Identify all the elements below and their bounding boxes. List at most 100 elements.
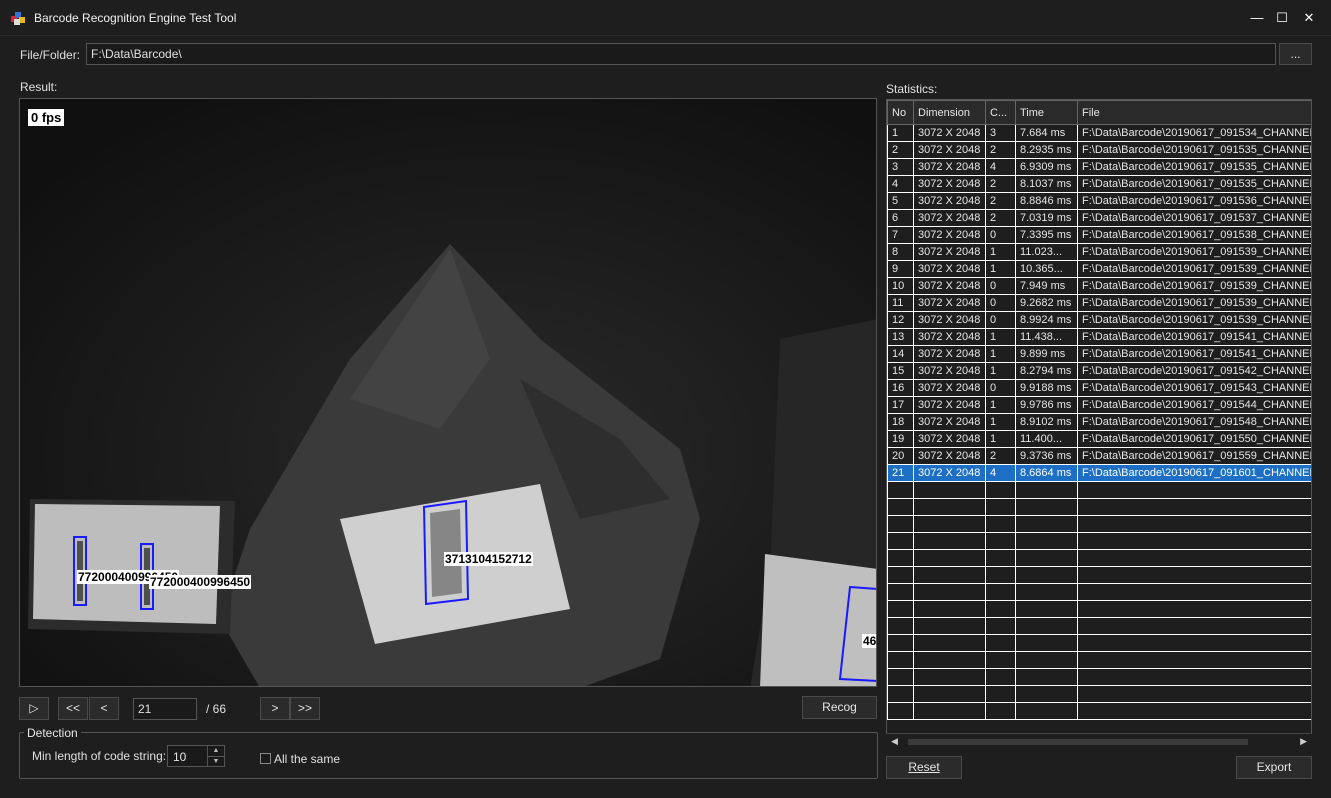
table-row[interactable]: 15 3072 X 2048 1 8.2794 ms F:\Data\Barcode\2… [887,362,1311,380]
empty-cell [887,651,914,669]
table-row[interactable]: 10 3072 X 2048 0 7.949 ms F:\Data\Barcode\20… [887,277,1311,295]
table-cell: 1 [985,362,1016,380]
table-cell: 1 [985,413,1016,431]
first-button[interactable]: << [58,697,88,720]
empty-row [887,498,1311,516]
table-row[interactable]: 5 3072 X 2048 2 8.8846 ms F:\Data\Barcode\20… [887,192,1311,210]
empty-row [887,481,1311,499]
column-header[interactable]: C... [985,100,1016,125]
reset-button[interactable]: Reset [886,756,962,779]
minimize-button[interactable]: — [1246,8,1268,28]
export-button[interactable]: Export [1236,756,1312,779]
maximize-button[interactable]: ☐ [1271,8,1293,28]
all-same-checkbox[interactable] [260,753,271,764]
table-cell: 3072 X 2048 [913,260,986,278]
table-cell: 3072 X 2048 [913,447,986,465]
table-cell: 3072 X 2048 [913,277,986,295]
table-cell: F:\Data\Barcode\20190617_091548_CHANNEL_ [1077,413,1311,431]
table-cell: 8.1037 ms [1015,175,1078,193]
scroll-right-icon[interactable]: ▶ [1300,736,1307,747]
statistics-grid[interactable]: No Dimension C... Time File 1 3072 X 2048 3 7.6… [886,99,1312,749]
min-length-value: 10 [173,750,187,764]
table-row[interactable]: 3 3072 X 2048 4 6.9309 ms F:\Data\Barcode\20… [887,158,1311,176]
table-cell: 7.684 ms [1015,124,1078,142]
table-cell: 8.2794 ms [1015,362,1078,380]
column-header[interactable]: Time [1015,100,1078,125]
prev-button[interactable]: < [89,697,119,720]
next-button[interactable]: > [260,697,290,720]
table-row[interactable]: 11 3072 X 2048 0 9.2682 ms F:\Data\Barcode\2… [887,294,1311,312]
table-cell: 3072 X 2048 [913,311,986,329]
table-cell: 2 [985,175,1016,193]
table-cell: 10 [887,277,914,295]
scroll-left-icon[interactable]: ◀ [891,736,898,747]
table-cell: 18 [887,413,914,431]
table-cell: 3072 X 2048 [913,124,986,142]
empty-cell [1015,532,1078,550]
empty-cell [887,515,914,533]
table-cell: 1 [985,396,1016,414]
table-cell: 1 [985,243,1016,261]
table-row[interactable]: 2 3072 X 2048 2 8.2935 ms F:\Data\Barcode\20… [887,141,1311,159]
table-row[interactable]: 17 3072 X 2048 1 9.9786 ms F:\Data\Barcode\2… [887,396,1311,414]
file-folder-input[interactable]: F:\Data\Barcode\ [86,43,1276,65]
column-header[interactable]: Dimension [913,100,986,125]
play-button[interactable]: ▷ [19,697,49,720]
empty-cell [913,651,986,669]
page-input[interactable]: 21 [133,698,197,720]
empty-row [887,685,1311,703]
last-button[interactable]: >> [290,697,320,720]
table-cell: 17 [887,396,914,414]
table-cell: F:\Data\Barcode\20190617_091535_CHANNEL_ [1077,141,1311,159]
table-row[interactable]: 8 3072 X 2048 1 11.023... F:\Data\Barcode\20… [887,243,1311,261]
browse-button[interactable]: ... [1279,43,1312,65]
table-cell: 3072 X 2048 [913,294,986,312]
table-row[interactable]: 21 3072 X 2048 4 8.6864 ms F:\Data\Barcode\2… [887,464,1311,482]
table-cell: 1 [985,260,1016,278]
empty-row [887,583,1311,601]
table-cell: F:\Data\Barcode\20190617_091538_CHANNEL_ [1077,226,1311,244]
table-row[interactable]: 20 3072 X 2048 2 9.3736 ms F:\Data\Barcode\2… [887,447,1311,465]
spin-up-icon[interactable]: ▲ [207,746,224,756]
empty-row [887,702,1311,720]
empty-row [887,668,1311,686]
column-header[interactable]: No [887,100,914,125]
scroll-thumb[interactable] [908,739,1248,745]
table-row[interactable]: 6 3072 X 2048 2 7.0319 ms F:\Data\Barcode\20… [887,209,1311,227]
empty-cell [887,549,914,567]
table-cell: 0 [985,294,1016,312]
empty-cell [887,600,914,618]
table-row[interactable]: 12 3072 X 2048 0 8.9924 ms F:\Data\Barcode\2… [887,311,1311,329]
table-cell: 9.9188 ms [1015,379,1078,397]
empty-cell [1077,668,1311,686]
table-cell: 9.2682 ms [1015,294,1078,312]
empty-cell [913,583,986,601]
column-header[interactable]: File [1077,100,1311,125]
table-row[interactable]: 13 3072 X 2048 1 11.438... F:\Data\Barcode\2… [887,328,1311,346]
result-image-viewer[interactable]: 0 fps 772000400996450 772000400996450 37… [19,98,877,687]
empty-row [887,634,1311,652]
table-cell: 0 [985,277,1016,295]
table-row[interactable]: 4 3072 X 2048 2 8.1037 ms F:\Data\Barcode\20… [887,175,1311,193]
table-row[interactable]: 16 3072 X 2048 0 9.9188 ms F:\Data\Barcode\2… [887,379,1311,397]
table-row[interactable]: 1 3072 X 2048 3 7.684 ms F:\Data\Barcode\201… [887,124,1311,142]
table-row[interactable]: 19 3072 X 2048 1 11.400... F:\Data\Barcode\2… [887,430,1311,448]
table-cell: F:\Data\Barcode\20190617_091559_CHANNEL_ [1077,447,1311,465]
table-cell: F:\Data\Barcode\20190617_091601_CHANNEL_ [1077,464,1311,482]
min-length-stepper[interactable]: 10 ▲ ▼ [167,745,225,767]
table-cell: 14 [887,345,914,363]
table-row[interactable]: 9 3072 X 2048 1 10.365... F:\Data\Barcode\20… [887,260,1311,278]
table-cell: 21 [887,464,914,482]
empty-cell [985,515,1016,533]
barcode-text-2: 772000400996450 [149,575,252,589]
table-cell: F:\Data\Barcode\20190617_091550_CHANNEL_ [1077,430,1311,448]
spin-down-icon[interactable]: ▼ [207,756,224,766]
recog-button[interactable]: Recog [802,696,877,719]
table-row[interactable]: 18 3072 X 2048 1 8.9102 ms F:\Data\Barcode\2… [887,413,1311,431]
table-row[interactable]: 7 3072 X 2048 0 7.3395 ms F:\Data\Barcode\20… [887,226,1311,244]
horizontal-scrollbar[interactable]: ◀ ▶ [886,733,1312,749]
table-row[interactable]: 14 3072 X 2048 1 9.899 ms F:\Data\Barcode\20… [887,345,1311,363]
table-cell: 1 [985,328,1016,346]
close-button[interactable]: ✕ [1298,8,1320,28]
table-cell: 4 [985,464,1016,482]
